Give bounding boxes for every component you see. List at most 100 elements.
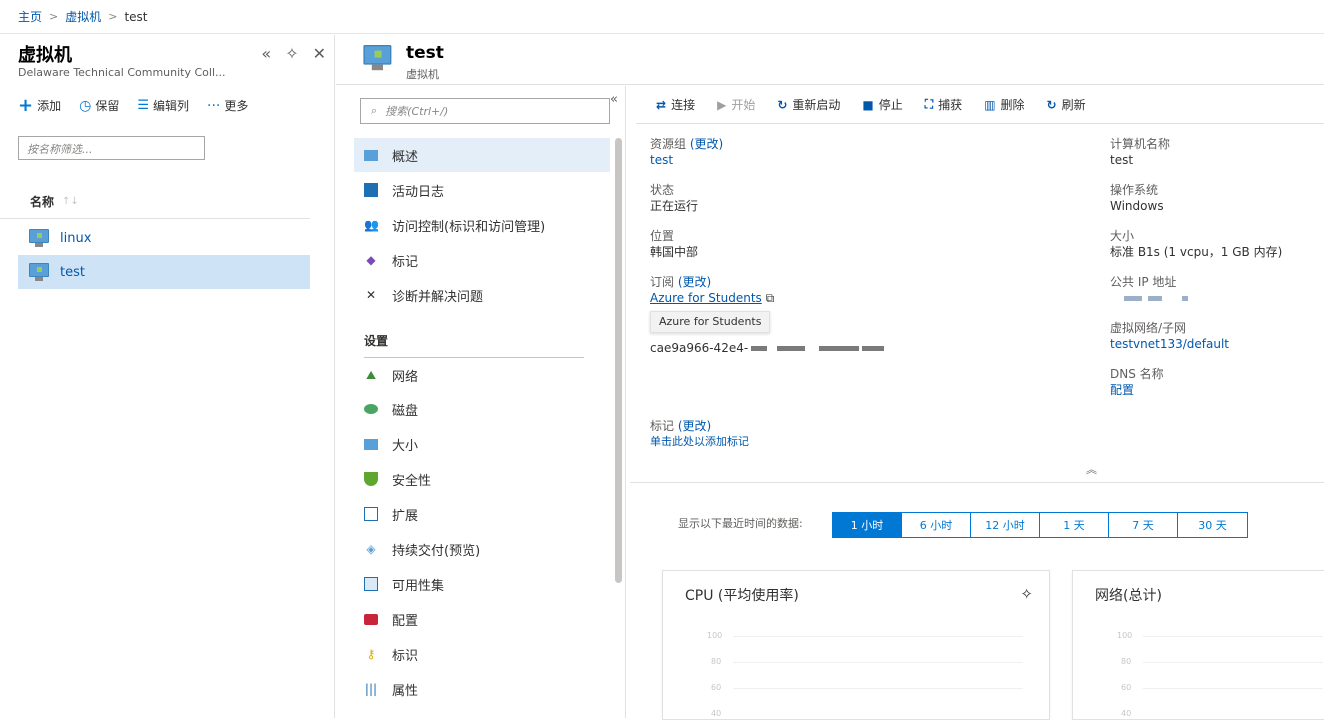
menu-item-tags[interactable]: ◆ 标记 xyxy=(354,243,610,277)
wrench-icon: ✕ xyxy=(365,288,377,302)
breadcrumb-current: test xyxy=(124,9,148,24)
start-button[interactable]: ▶ 开始 xyxy=(717,96,755,113)
network-icon: ⛰ xyxy=(365,368,377,382)
tags-change-link[interactable]: (更改) xyxy=(678,419,711,433)
menu-item-overview[interactable]: 概述 xyxy=(354,138,610,172)
column-header-label: 名称 xyxy=(30,195,55,209)
reservation-button[interactable]: ◷ 保留 xyxy=(79,97,119,114)
menu-item-label: 大小 xyxy=(392,438,419,454)
menu-section-settings: 设置 xyxy=(364,332,584,358)
availability-icon xyxy=(364,577,378,591)
collapse-essentials-icon[interactable]: ︽ xyxy=(1086,461,1097,477)
menu-search-input[interactable]: ⌕ 搜索(Ctrl+/) xyxy=(360,98,610,124)
dns-field: DNS 名称 配置 xyxy=(1110,366,1164,398)
more-button[interactable]: ··· 更多 xyxy=(207,97,248,114)
menu-item-label: 网络 xyxy=(392,369,419,385)
close-icon[interactable]: ✕ xyxy=(313,44,326,63)
menu-item-label: 可用性集 xyxy=(392,578,445,594)
menu-item-disks[interactable]: 磁盘 xyxy=(354,392,610,426)
edit-columns-button[interactable]: ☰ 编辑列 xyxy=(137,97,189,114)
time-range-30d[interactable]: 30 天 xyxy=(1178,513,1247,537)
masked-text xyxy=(751,346,768,351)
vm-icon xyxy=(28,263,50,281)
dns-configure-link[interactable]: 配置 xyxy=(1110,382,1164,398)
pin-icon[interactable]: ✧ xyxy=(1020,585,1033,603)
list-item[interactable]: test xyxy=(18,255,310,289)
column-header-name[interactable]: 名称 ↑↓ xyxy=(0,185,310,219)
collapse-menu-icon[interactable]: « xyxy=(610,92,618,107)
size-label: 大小 xyxy=(1110,229,1135,243)
vm-name-link[interactable]: test xyxy=(60,265,85,280)
vnet-value-link[interactable]: testvnet133/default xyxy=(1110,336,1229,352)
status-field: 状态 正在运行 xyxy=(650,182,698,214)
vm-list-blade: 虚拟机 Delaware Technical Community Coll...… xyxy=(0,35,335,718)
menu-item-network[interactable]: ⛰ 网络 xyxy=(354,358,610,392)
clock-icon: ◷ xyxy=(79,97,92,114)
breadcrumb-vms[interactable]: 虚拟机 xyxy=(65,8,101,25)
time-range-6h[interactable]: 6 小时 xyxy=(902,513,971,537)
vm-icon xyxy=(362,45,393,71)
menu-item-diagnose[interactable]: ✕ 诊断并解决问题 xyxy=(354,278,610,312)
menu-item-security[interactable]: 安全性 xyxy=(354,462,610,496)
subscription-value-link[interactable]: Azure for Students xyxy=(650,291,762,305)
connect-icon: ⇄ xyxy=(656,97,667,112)
menu-scrollbar[interactable] xyxy=(615,138,622,583)
location-value: 韩国中部 xyxy=(650,245,699,259)
menu-item-availability-set[interactable]: 可用性集 xyxy=(354,567,610,601)
time-range-1d[interactable]: 1 天 xyxy=(1040,513,1109,537)
cpu-chart-card[interactable]: CPU (平均使用率) ✧ 100 80 60 40 xyxy=(662,570,1050,720)
connect-button[interactable]: ⇄ 连接 xyxy=(656,96,695,113)
menu-item-continuous-delivery[interactable]: ◈ 持续交付(预览) xyxy=(354,532,610,566)
capture-button[interactable]: ⛶ 捕获 xyxy=(925,96,962,113)
more-label: 更多 xyxy=(224,99,249,113)
menu-item-label: 扩展 xyxy=(392,508,419,524)
masked-text xyxy=(819,346,860,351)
more-icon: ··· xyxy=(207,97,221,114)
time-range-7d[interactable]: 7 天 xyxy=(1109,513,1178,537)
sort-icon[interactable]: ↑↓ xyxy=(62,196,79,207)
y-tick-label: 60 xyxy=(711,683,722,692)
stop-button[interactable]: ■ 停止 xyxy=(862,96,902,113)
subscription-label: 订阅 xyxy=(650,275,675,289)
restart-button[interactable]: ↻ 重新启动 xyxy=(777,96,840,113)
menu-item-access-control[interactable]: 👥 访问控制(标识和访问管理) xyxy=(354,208,610,242)
search-placeholder: 搜索(Ctrl+/) xyxy=(385,105,449,118)
monitor-icon xyxy=(364,438,378,450)
menu-item-activity-log[interactable]: 活动日志 xyxy=(354,173,610,207)
list-item[interactable]: linux xyxy=(18,221,310,255)
pin-icon[interactable]: ✧ xyxy=(285,44,298,63)
menu-item-extensions[interactable]: 扩展 xyxy=(354,497,610,531)
menu-item-identity[interactable]: ⚷ 标识 xyxy=(354,637,610,671)
masked-text xyxy=(1182,296,1188,301)
network-chart-card[interactable]: 网络(总计) 100 80 60 40 xyxy=(1072,570,1324,720)
people-icon: 👥 xyxy=(364,218,379,232)
delete-button[interactable]: ▥ 删除 xyxy=(984,96,1024,113)
start-label: 开始 xyxy=(731,98,756,112)
subscription-field: 订阅 (更改) Azure for Students ⧉ xyxy=(650,274,774,306)
extensions-icon xyxy=(364,507,378,521)
subscription-change-link[interactable]: (更改) xyxy=(678,275,711,289)
vm-name-link[interactable]: linux xyxy=(60,231,91,246)
time-range-1h[interactable]: 1 小时 xyxy=(833,513,902,537)
breadcrumb-separator-icon: > xyxy=(49,10,59,23)
menu-item-size[interactable]: 大小 xyxy=(354,427,610,461)
blade-title: 虚拟机 xyxy=(18,45,72,66)
menu-item-configuration[interactable]: 配置 xyxy=(354,602,610,636)
time-range-12h[interactable]: 12 小时 xyxy=(971,513,1040,537)
size-value: 标准 B1s (1 vcpu，1 GB 内存) xyxy=(1110,245,1283,259)
minimize-icon[interactable]: « xyxy=(261,44,271,63)
add-tags-link[interactable]: 单击此处以添加标记 xyxy=(650,434,749,450)
public-ip-label: 公共 IP 地址 xyxy=(1110,275,1177,289)
command-bar: ⇄ 连接 ▶ 开始 ↻ 重新启动 ■ 停止 ⛶ 捕获 ▥ 删除 ↻ 刷新 xyxy=(636,86,1324,124)
breadcrumb-home[interactable]: 主页 xyxy=(18,8,42,25)
resource-group-change-link[interactable]: (更改) xyxy=(690,137,723,151)
menu-item-label: 属性 xyxy=(392,683,419,699)
menu-item-properties[interactable]: ||| 属性 xyxy=(354,672,610,706)
add-button[interactable]: + 添加 xyxy=(18,95,61,116)
config-icon xyxy=(364,613,378,625)
copy-icon[interactable]: ⧉ xyxy=(766,291,775,305)
refresh-label: 刷新 xyxy=(1061,98,1086,112)
resource-group-value[interactable]: test xyxy=(650,152,723,168)
name-filter-input[interactable]: 按名称筛选... xyxy=(18,136,205,160)
refresh-button[interactable]: ↻ 刷新 xyxy=(1047,96,1086,113)
